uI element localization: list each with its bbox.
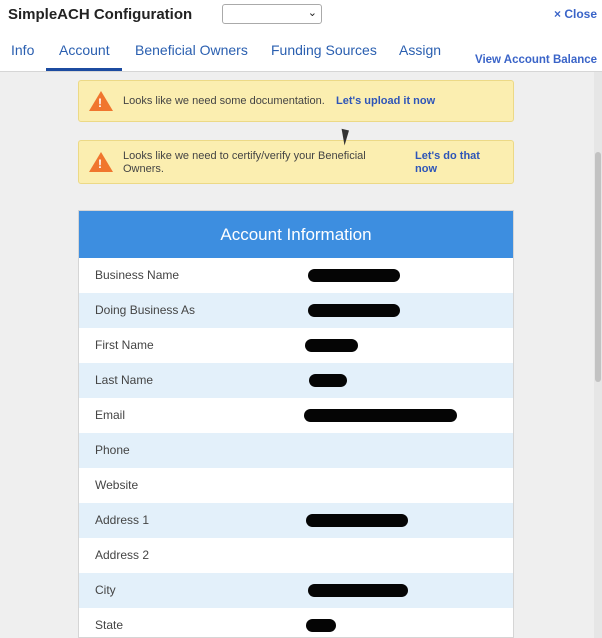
certify-owners-link[interactable]: Let's do that now	[415, 150, 495, 176]
redacted-value	[306, 514, 408, 527]
field-label: Website	[95, 478, 139, 492]
field-label: Last Name	[95, 373, 154, 387]
field-label: First Name	[95, 338, 154, 352]
field-label: State	[95, 618, 124, 632]
view-account-balance-link[interactable]: View Account Balance	[475, 54, 597, 66]
table-row: Website	[79, 468, 513, 503]
table-row: Address 1	[79, 503, 513, 538]
field-label: Address 1	[95, 513, 150, 527]
field-label: Address 2	[95, 548, 150, 562]
app-title: SimpleACH Configuration	[8, 6, 193, 23]
configuration-select[interactable]: ⌄	[222, 4, 322, 24]
tab-bar: Info Account Beneficial Owners Funding S…	[0, 34, 602, 72]
table-row: City	[79, 573, 513, 608]
table-row: Business Name	[79, 258, 513, 293]
account-information-panel: Account Information Business Name Doing …	[78, 210, 514, 638]
redacted-value	[308, 584, 408, 597]
table-row: Doing Business As	[79, 293, 513, 328]
field-label: Phone	[95, 443, 130, 457]
redacted-value	[308, 304, 400, 317]
upload-documentation-link[interactable]: Let's upload it now	[336, 95, 435, 107]
redacted-value	[304, 409, 457, 422]
table-row: Email	[79, 398, 513, 433]
redacted-value	[308, 269, 400, 282]
title-bar: SimpleACH Configuration ⌄ × Close	[0, 0, 602, 34]
tab-beneficial-owners[interactable]: Beneficial Owners	[135, 42, 248, 58]
table-row: First Name	[79, 328, 513, 363]
tab-account[interactable]: Account	[59, 42, 110, 58]
documentation-alert: ! Looks like we need some documentation.…	[78, 80, 514, 122]
tab-info[interactable]: Info	[11, 42, 34, 58]
table-row: Phone	[79, 433, 513, 468]
redacted-value	[306, 619, 336, 632]
warning-icon: !	[89, 152, 113, 172]
close-button[interactable]: × Close	[554, 7, 597, 21]
field-label: Business Name	[95, 268, 180, 282]
scrollbar-thumb[interactable]	[595, 152, 601, 382]
field-label: Doing Business As	[95, 303, 196, 317]
tab-funding-sources[interactable]: Funding Sources	[271, 42, 377, 58]
panel-title: Account Information	[79, 211, 513, 258]
scrollbar[interactable]	[594, 72, 602, 638]
table-row: Address 2	[79, 538, 513, 573]
beneficial-owners-alert: ! Looks like we need to certify/verify y…	[78, 140, 514, 184]
field-label: Email	[95, 408, 126, 422]
alert-message: Looks like we need some documentation.	[123, 95, 325, 107]
alert-message: Looks like we need to certify/verify you…	[123, 150, 366, 175]
warning-icon: !	[89, 91, 113, 111]
redacted-value	[305, 339, 358, 352]
chevron-down-icon: ⌄	[307, 7, 317, 19]
tab-assign[interactable]: Assign	[399, 42, 441, 58]
table-row: Last Name	[79, 363, 513, 398]
table-row: State	[79, 608, 513, 638]
field-label: City	[95, 583, 116, 597]
active-tab-indicator	[46, 68, 122, 71]
redacted-value	[309, 374, 347, 387]
